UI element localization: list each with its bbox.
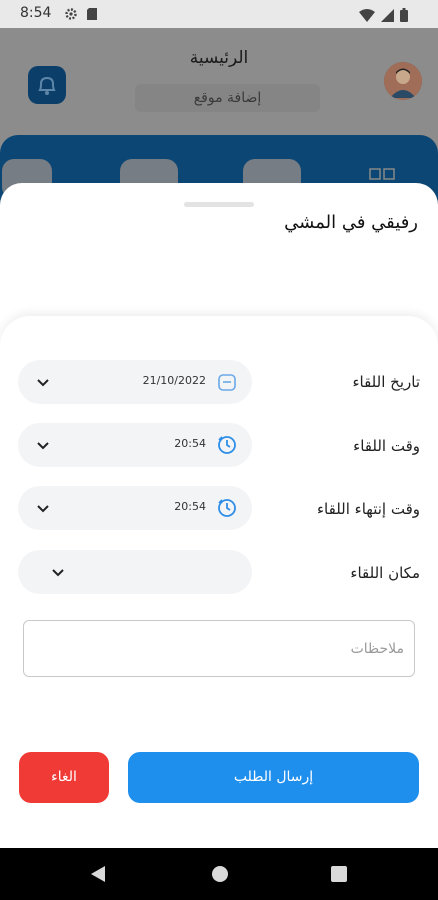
location-label: مكان اللقاء (350, 564, 420, 582)
start-time-label: وقت اللقاء (353, 437, 420, 455)
cancel-button[interactable]: الغاء (19, 752, 109, 803)
signal-icon (381, 7, 394, 26)
date-value: 21/10/2022 (142, 374, 206, 387)
avatar[interactable] (384, 62, 422, 100)
clock-icon (216, 497, 238, 519)
calendar-icon (216, 371, 238, 393)
chevron-down-icon (36, 438, 50, 452)
system-nav-bar (0, 848, 438, 900)
add-location-button[interactable]: إضافة موقع (135, 84, 320, 112)
clock-icon (216, 434, 238, 456)
home-icon[interactable] (211, 865, 229, 887)
sheet-title: رفيقي في المشي (284, 212, 418, 233)
submit-request-button[interactable]: إرسال الطلب (128, 752, 419, 803)
chevron-down-icon (36, 375, 50, 389)
end-time-picker-field[interactable]: 20:54 (18, 486, 252, 530)
notes-input[interactable] (24, 621, 414, 676)
sd-card-icon (86, 6, 98, 25)
chevron-down-icon (51, 565, 65, 579)
chevron-down-icon (36, 501, 50, 515)
notes-field-container (23, 620, 415, 677)
battery-icon (400, 7, 408, 26)
date-picker-field[interactable]: 21/10/2022 (18, 360, 252, 404)
sheet-drag-handle[interactable] (184, 202, 254, 207)
date-label: تاريخ اللقاء (352, 373, 420, 391)
page-title: الرئيسية (189, 48, 249, 68)
location-dropdown[interactable] (18, 550, 252, 594)
settings-icon (64, 6, 78, 25)
back-icon[interactable] (90, 865, 106, 887)
recents-icon[interactable] (331, 866, 347, 886)
start-time-value: 20:54 (174, 437, 206, 450)
status-bar: 8:54 (0, 0, 438, 28)
wifi-icon (359, 7, 375, 26)
bell-icon[interactable] (28, 66, 66, 104)
end-time-label: وقت إنتهاء اللقاء (316, 500, 420, 518)
start-time-picker-field[interactable]: 20:54 (18, 423, 252, 467)
status-time: 8:54 (20, 5, 52, 21)
end-time-value: 20:54 (174, 500, 206, 513)
